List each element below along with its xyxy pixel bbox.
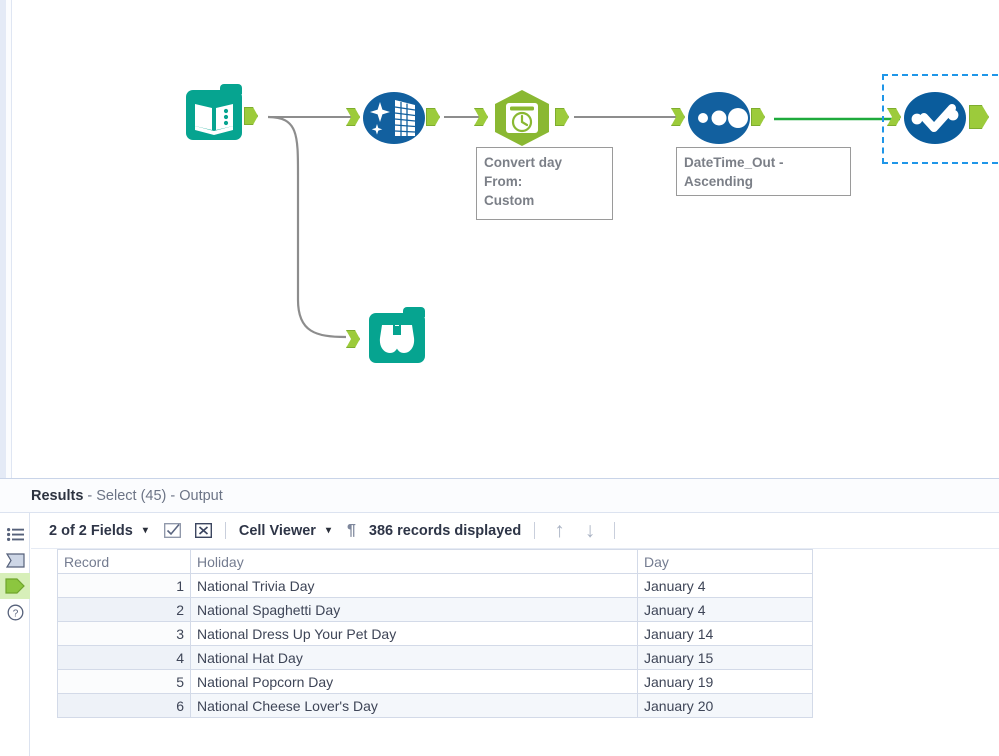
tool-data-cleansing[interactable] [346, 92, 440, 144]
data-cleansing-output-anchor[interactable] [426, 108, 440, 126]
table-row[interactable]: 2 National Spaghetti Day January 4 [57, 597, 813, 622]
checkbox-x-icon[interactable] [194, 523, 212, 538]
tool-sort[interactable] [671, 92, 765, 144]
cell-viewer-label: Cell Viewer [238, 522, 316, 539]
table-row[interactable]: 5 National Popcorn Day January 19 [57, 669, 813, 694]
checkbox-checked-icon[interactable] [163, 523, 181, 538]
sort-output-anchor[interactable] [751, 108, 765, 126]
cell-record: 6 [57, 693, 191, 718]
cell-viewer-selector[interactable]: Cell Viewer ▾ [239, 523, 331, 539]
column-header-record[interactable]: Record [57, 549, 191, 574]
cell-record: 2 [57, 597, 191, 622]
table-row[interactable]: 6 National Cheese Lover's Day January 20 [57, 693, 813, 718]
fields-selector-label: 2 of 2 Fields [49, 522, 133, 539]
tool-select[interactable] [882, 74, 999, 164]
cell-day: January 15 [637, 645, 813, 670]
cell-holiday: National Popcorn Day [190, 669, 638, 694]
datetime-input-anchor[interactable] [474, 108, 488, 126]
connector-wires [267, 115, 900, 339]
alteryx-designer-window: Convert day From: Custom DateTime_Out - … [0, 0, 999, 756]
binoculars-icon [379, 325, 415, 353]
select-body[interactable] [904, 92, 966, 144]
table-row[interactable]: 3 National Dress Up Your Pet Day January… [57, 621, 813, 646]
results-pane: Results - Select (45) - Output ? 2 of 2 … [0, 478, 999, 756]
results-title-label: Results [31, 487, 84, 504]
tool-datetime[interactable] [474, 90, 569, 146]
input-data-output-anchor[interactable] [244, 107, 258, 125]
records-displayed-label: 386 records displayed [368, 522, 522, 539]
flag-comment-icon[interactable] [0, 547, 30, 573]
cell-day: January 20 [637, 693, 813, 718]
browse-body[interactable] [369, 307, 425, 363]
column-header-holiday[interactable]: Holiday [190, 549, 638, 574]
toolbar-divider [224, 522, 226, 539]
cell-holiday: National Spaghetti Day [190, 597, 638, 622]
toolbar-divider [614, 522, 616, 539]
help-circle-icon[interactable]: ? [0, 599, 30, 625]
cell-holiday: National Trivia Day [190, 573, 638, 598]
input-data-body[interactable] [186, 84, 242, 140]
data-cleansing-input-anchor[interactable] [346, 108, 360, 126]
three-dots-icon [698, 108, 748, 128]
cell-holiday: National Dress Up Your Pet Day [190, 621, 638, 646]
results-icon-rail: ? [0, 513, 30, 756]
table-header-row: Record Holiday Day [57, 549, 813, 574]
cell-holiday: National Hat Day [190, 645, 638, 670]
cell-day: January 14 [637, 621, 813, 646]
table-row[interactable]: 4 National Hat Day January 15 [57, 645, 813, 670]
cell-day: January 4 [637, 597, 813, 622]
sort-input-anchor[interactable] [671, 108, 685, 126]
pilcrow-icon[interactable]: ¶ [347, 522, 356, 540]
workflow-canvas[interactable]: Convert day From: Custom DateTime_Out - … [0, 0, 999, 478]
tool-input-data[interactable] [186, 84, 258, 140]
chevron-down-icon: ▾ [325, 525, 331, 536]
browse-input-anchor[interactable] [346, 330, 360, 348]
cell-record: 3 [57, 621, 191, 646]
datetime-annotation: Convert day From: Custom [476, 147, 613, 220]
cell-day: January 4 [637, 573, 813, 598]
datetime-output-anchor[interactable] [555, 108, 569, 126]
column-header-day[interactable]: Day [637, 549, 813, 574]
toolbar-divider [534, 522, 536, 539]
datetime-body[interactable] [491, 90, 553, 146]
data-cleansing-body[interactable] [363, 92, 425, 144]
scroll-down-icon[interactable]: ↓ [579, 520, 602, 541]
clock-icon [495, 90, 549, 146]
cell-record: 1 [57, 573, 191, 598]
select-output-anchor[interactable] [969, 105, 989, 129]
svg-text:?: ? [12, 608, 18, 619]
results-title-detail: - Select (45) - Output [87, 487, 223, 504]
cell-holiday: National Cheese Lover's Day [190, 693, 638, 718]
results-table: Record Holiday Day 1 National Trivia Day… [57, 549, 813, 718]
results-toolbar: 2 of 2 Fields ▾ Cell Viewer ▾ ¶ 386 reco… [31, 513, 999, 549]
book-icon [195, 104, 233, 135]
chevron-down-icon: ▾ [142, 525, 148, 536]
scroll-up-icon[interactable]: ↑ [548, 520, 571, 541]
checkmark-icon [911, 104, 959, 132]
sparkle-grid-icon [370, 100, 416, 136]
table-row[interactable]: 1 National Trivia Day January 4 [57, 573, 813, 598]
output-anchor-icon[interactable] [0, 573, 30, 599]
results-title-bar: Results - Select (45) - Output [0, 479, 999, 513]
cell-record: 5 [57, 669, 191, 694]
canvas-surface[interactable]: Convert day From: Custom DateTime_Out - … [6, 0, 999, 478]
tool-browse[interactable] [346, 307, 425, 363]
sort-annotation: DateTime_Out - Ascending [676, 147, 851, 196]
cell-day: January 19 [637, 669, 813, 694]
results-grid[interactable]: Record Holiday Day 1 National Trivia Day… [57, 549, 999, 756]
sort-body[interactable] [688, 92, 750, 144]
select-input-anchor[interactable] [887, 108, 901, 126]
messages-list-icon[interactable] [0, 521, 30, 547]
fields-selector[interactable]: 2 of 2 Fields ▾ [49, 523, 148, 539]
cell-record: 4 [57, 645, 191, 670]
